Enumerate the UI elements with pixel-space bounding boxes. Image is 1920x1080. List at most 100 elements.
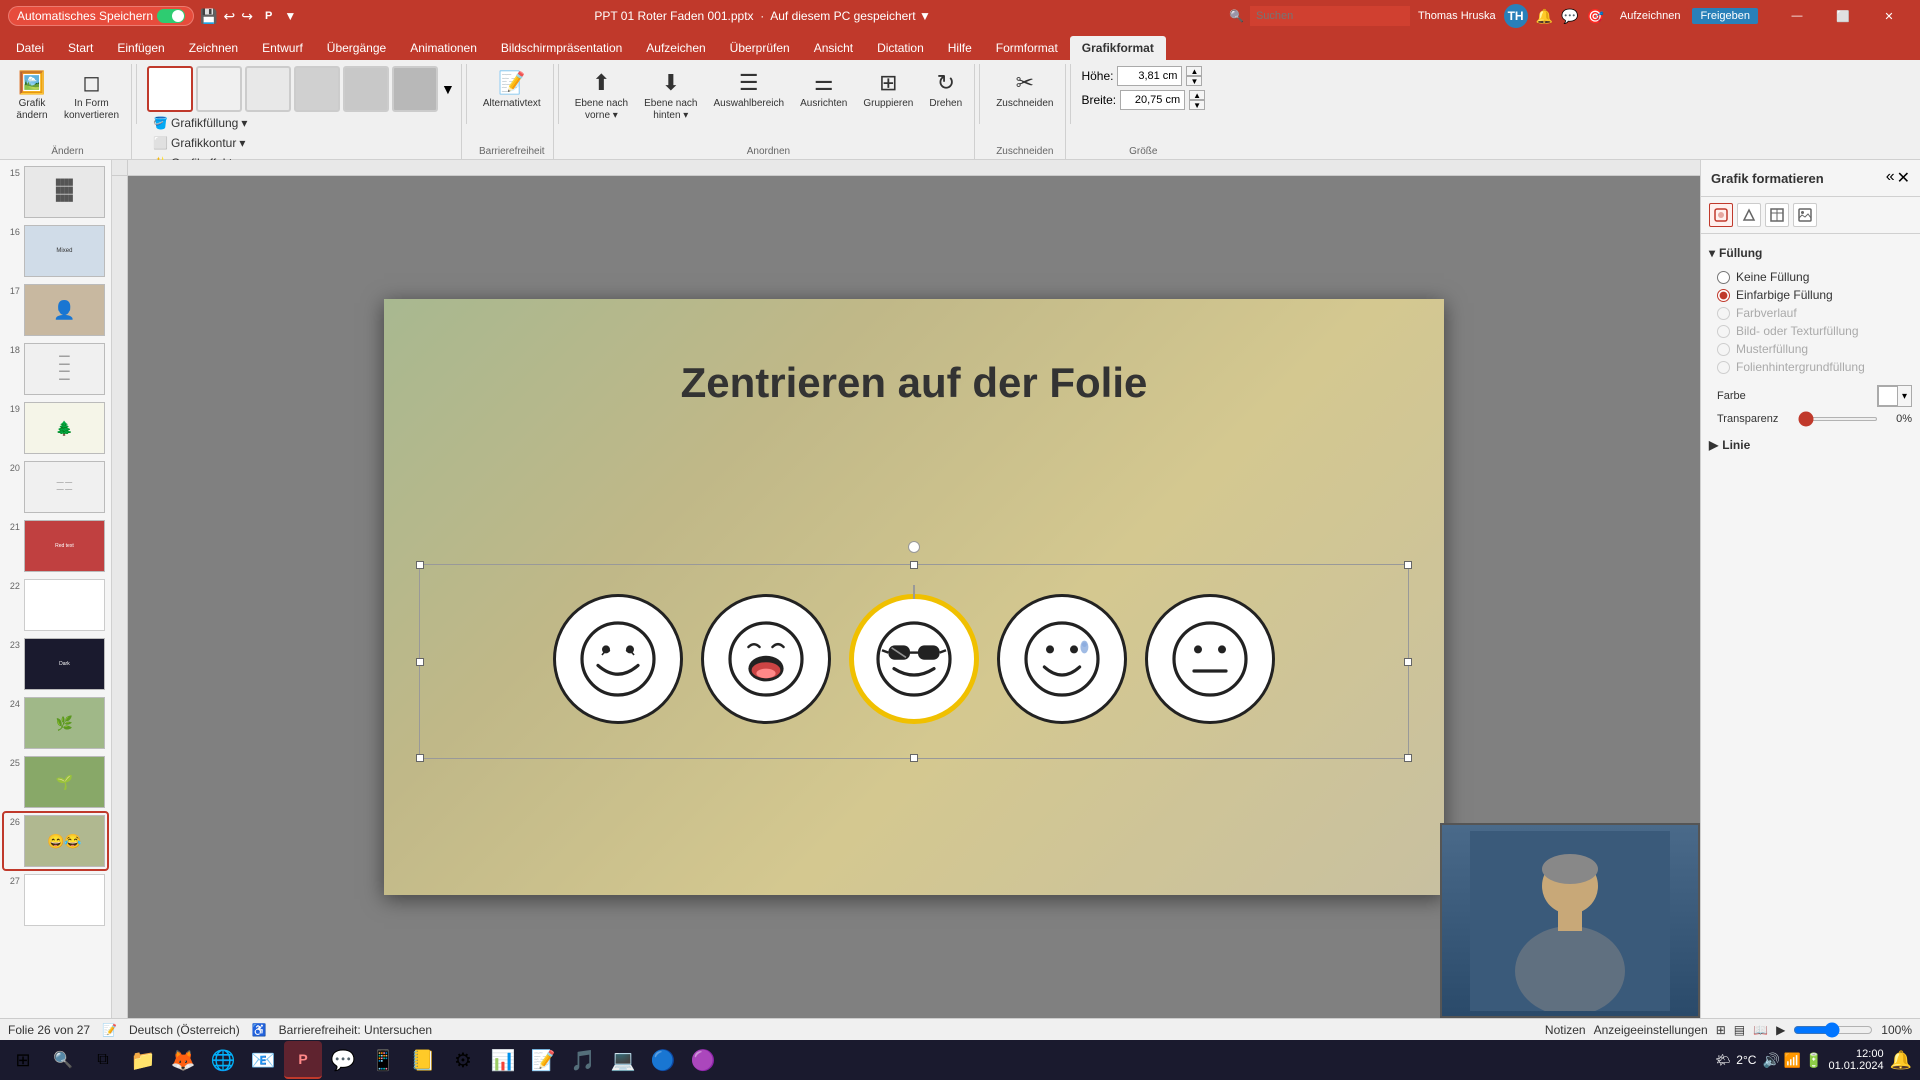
- tab-datei[interactable]: Datei: [4, 36, 56, 60]
- excel-button[interactable]: 📊: [484, 1041, 522, 1079]
- tab-animationen[interactable]: Animationen: [398, 36, 489, 60]
- settings-button[interactable]: ⚙: [444, 1041, 482, 1079]
- maximize-button[interactable]: ⬜: [1820, 0, 1866, 32]
- einfarbige-fuellung-radio[interactable]: [1717, 289, 1730, 302]
- slide-thumb-16[interactable]: 16 Mixed: [4, 223, 107, 279]
- transparenz-slider[interactable]: [1798, 417, 1878, 421]
- windows-start-button[interactable]: ⊞: [4, 1041, 42, 1079]
- tab-grafikformat[interactable]: Grafikformat: [1070, 36, 1166, 60]
- auswahlbereich-button[interactable]: ☰ Auswahlbereich: [707, 66, 790, 113]
- autosave-toggle-switch[interactable]: [157, 9, 185, 23]
- panel-tab-shape[interactable]: [1737, 203, 1761, 227]
- fuellung-header[interactable]: ▾ Füllung: [1709, 242, 1912, 264]
- slide-thumb-21[interactable]: 21 Red text: [4, 518, 107, 574]
- tab-ansicht[interactable]: Ansicht: [802, 36, 865, 60]
- keine-fuellung-option[interactable]: Keine Füllung: [1717, 270, 1912, 284]
- canvas-area[interactable]: Zentrieren auf der Folie: [128, 176, 1700, 1018]
- slide-thumb-22[interactable]: 22: [4, 577, 107, 633]
- panel-collapse-icon[interactable]: «: [1886, 168, 1895, 188]
- minimize-button[interactable]: —: [1774, 0, 1820, 32]
- explorer-button[interactable]: 📁: [124, 1041, 162, 1079]
- drehen-button[interactable]: ↻ Drehen: [923, 66, 968, 113]
- word-button[interactable]: 📝: [524, 1041, 562, 1079]
- emoji-face-1[interactable]: [553, 594, 683, 724]
- notes-btn[interactable]: Notizen: [1545, 1023, 1586, 1037]
- firefox-button[interactable]: 🦊: [164, 1041, 202, 1079]
- tab-zeichnen[interactable]: Zeichnen: [177, 36, 250, 60]
- outlook-button[interactable]: 📧: [244, 1041, 282, 1079]
- app15-button[interactable]: 🎵: [564, 1041, 602, 1079]
- breite-up[interactable]: ▲: [1189, 90, 1205, 100]
- slide-thumb-24[interactable]: 24 🌿: [4, 695, 107, 751]
- emoji-face-5[interactable]: [1145, 594, 1275, 724]
- breite-input[interactable]: [1120, 90, 1185, 110]
- shape-preset-5[interactable]: [343, 66, 389, 112]
- presets-more-icon[interactable]: ▼: [441, 81, 455, 97]
- panel-tab-image[interactable]: [1793, 203, 1817, 227]
- hoehe-input[interactable]: [1117, 66, 1182, 86]
- undo-icon[interactable]: ↩: [224, 8, 236, 25]
- app18-button[interactable]: 🟣: [684, 1041, 722, 1079]
- color-picker-btn[interactable]: ▾: [1877, 385, 1912, 407]
- search-input[interactable]: [1250, 6, 1410, 26]
- view-normal-icon[interactable]: ⊞: [1716, 1023, 1726, 1037]
- onenote-button[interactable]: 📒: [404, 1041, 442, 1079]
- taskview-button[interactable]: ⧉: [84, 1041, 122, 1079]
- grafik-aendern-button[interactable]: 🖼️ Grafikändern: [10, 66, 54, 126]
- shape-preset-2[interactable]: [196, 66, 242, 112]
- autosave-toggle[interactable]: Automatisches Speichern: [8, 6, 194, 26]
- tab-einfuegen[interactable]: Einfügen: [105, 36, 176, 60]
- chrome-button[interactable]: 🌐: [204, 1041, 242, 1079]
- comments-icon[interactable]: 💬: [1561, 8, 1578, 25]
- slide-thumb-25[interactable]: 25 🌱: [4, 754, 107, 810]
- tab-hilfe[interactable]: Hilfe: [936, 36, 984, 60]
- tab-entwurf[interactable]: Entwurf: [250, 36, 315, 60]
- emoji-face-2[interactable]: [701, 594, 831, 724]
- slide-thumb-23[interactable]: 23 Dark: [4, 636, 107, 692]
- search-taskbar-button[interactable]: 🔍: [44, 1041, 82, 1079]
- tab-bildschirm[interactable]: Bildschirmpräsentation: [489, 36, 634, 60]
- app17-button[interactable]: 🔵: [644, 1041, 682, 1079]
- present-icon[interactable]: 🎯: [1586, 8, 1603, 25]
- gruppieren-button[interactable]: ⊞ Gruppieren: [857, 66, 919, 113]
- view-settings-btn[interactable]: Anzeigeeinstellungen: [1594, 1023, 1708, 1037]
- tab-aufzeichen[interactable]: Aufzeichen: [634, 36, 717, 60]
- slide-thumb-17[interactable]: 17 👤: [4, 282, 107, 338]
- slide-thumb-27[interactable]: 27: [4, 872, 107, 928]
- ebene-hinten-button[interactable]: ⬇ Ebene nachhinten ▾: [638, 66, 703, 126]
- ausrichten-button[interactable]: ⚌ Ausrichten: [794, 66, 853, 113]
- shape-preset-4[interactable]: [294, 66, 340, 112]
- panel-close-icon[interactable]: ✕: [1897, 168, 1910, 188]
- in-form-konvertieren-button[interactable]: ◻ In Formkonvertieren: [58, 66, 125, 126]
- notification-button[interactable]: 🔔: [1890, 1050, 1912, 1071]
- quick-access-more[interactable]: ▼: [284, 9, 296, 23]
- ebene-vorne-button[interactable]: ⬆ Ebene nachvorne ▾: [569, 66, 634, 126]
- keine-fuellung-radio[interactable]: [1717, 271, 1730, 284]
- shape-preset-1[interactable]: [147, 66, 193, 112]
- tab-uebergaenge[interactable]: Übergänge: [315, 36, 398, 60]
- zoom-slider[interactable]: [1793, 1022, 1873, 1038]
- grafikfuellung-btn[interactable]: 🪣 Grafikfüllung ▾: [147, 114, 254, 132]
- slide-thumb-26[interactable]: 26 😄😂: [4, 813, 107, 869]
- aufzeichnen-btn[interactable]: Aufzeichnen: [1612, 8, 1689, 24]
- powerpoint-taskbar-button[interactable]: P: [284, 1041, 322, 1079]
- save-icon[interactable]: 💾: [200, 8, 217, 25]
- teams-button[interactable]: 💬: [324, 1041, 362, 1079]
- search-bar[interactable]: 🔍: [1229, 6, 1410, 26]
- breite-down[interactable]: ▼: [1189, 100, 1205, 110]
- shape-preset-3[interactable]: [245, 66, 291, 112]
- slide-thumb-18[interactable]: 18 ════════════: [4, 341, 107, 397]
- emoji-face-4[interactable]: [997, 594, 1127, 724]
- user-avatar[interactable]: TH: [1504, 4, 1528, 28]
- panel-tab-paint[interactable]: [1709, 203, 1733, 227]
- tab-formformat[interactable]: Formformat: [984, 36, 1070, 60]
- app16-button[interactable]: 💻: [604, 1041, 642, 1079]
- share-icon[interactable]: 🔔: [1536, 8, 1553, 25]
- view-reading-icon[interactable]: 📖: [1753, 1023, 1768, 1037]
- close-button[interactable]: ✕: [1866, 0, 1912, 32]
- tab-dictation[interactable]: Dictation: [865, 36, 936, 60]
- tab-ueberpruefen[interactable]: Überprüfen: [718, 36, 802, 60]
- shape-preset-6[interactable]: [392, 66, 438, 112]
- view-presentation-icon[interactable]: ▶: [1776, 1023, 1785, 1037]
- zuschneiden-button[interactable]: ✂ Zuschneiden: [990, 66, 1059, 113]
